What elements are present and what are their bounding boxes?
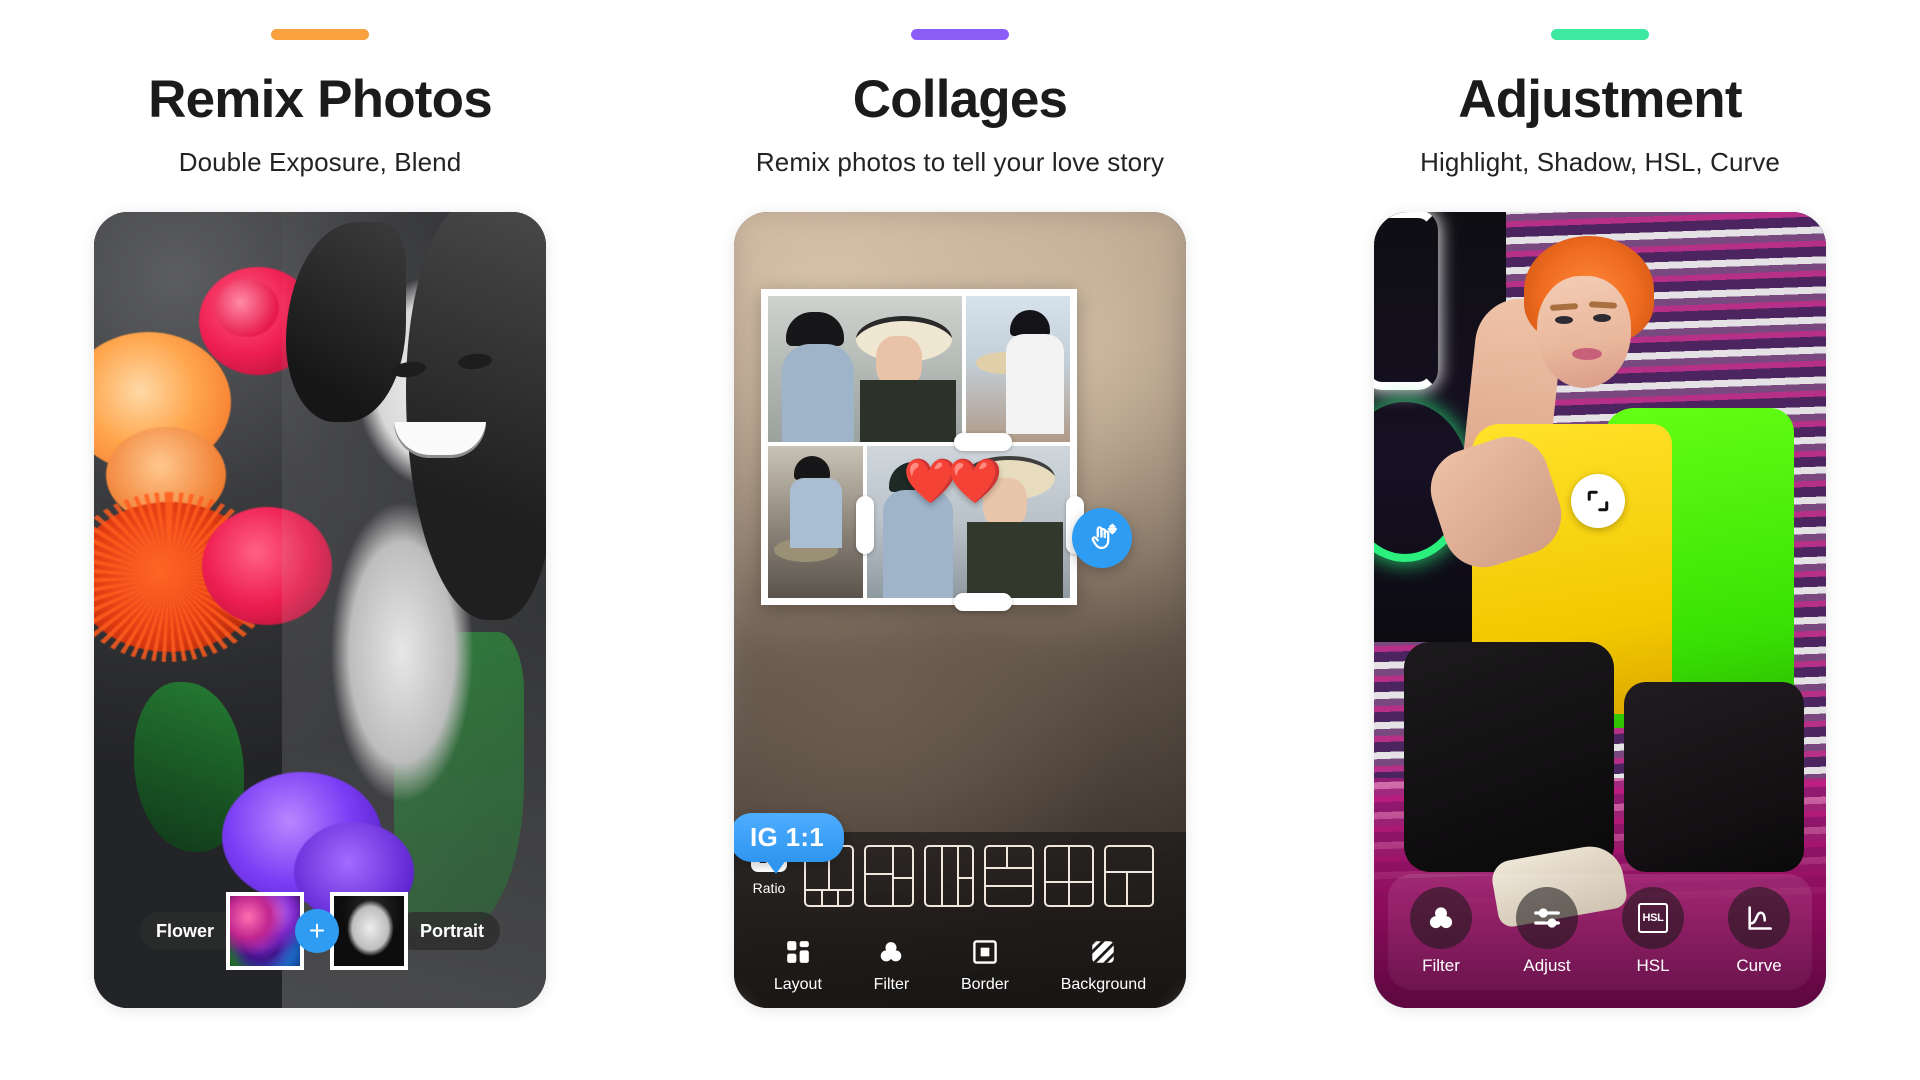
panel-title-adjustment: Adjustment — [1458, 70, 1742, 129]
compare-split-icon[interactable] — [1571, 473, 1625, 528]
remix-artwork — [94, 211, 546, 1008]
phone-mockup-collage: ❤️❤️ IG 1:1 1:1 — [734, 211, 1186, 1008]
curve-icon — [1728, 887, 1790, 950]
adjust-tool-hsl-label: HSL — [1636, 956, 1670, 976]
source-label-left: Flower — [139, 911, 240, 950]
border-square-icon — [970, 937, 1000, 967]
phone-screen-adjustment: Filter Adjust HSL HSL Curve — [1374, 211, 1826, 1008]
panel-remix-photos: Remix Photos Double Exposure, Blend Flow… — [0, 0, 640, 1080]
ratio-label: Ratio — [752, 879, 786, 896]
layout-thumb-6[interactable] — [1104, 844, 1154, 907]
layout-thumb-2[interactable] — [864, 844, 914, 907]
source-label-right: Portrait — [394, 911, 501, 950]
collage-tool-border[interactable]: Border — [961, 937, 1009, 994]
hsl-box-icon: HSL — [1622, 887, 1684, 950]
collage-tool-border-label: Border — [960, 975, 1009, 993]
layout-thumb-4[interactable] — [984, 844, 1034, 907]
panel-title-remix: Remix Photos — [148, 70, 493, 129]
panel-subtitle-remix: Double Exposure, Blend — [178, 146, 462, 177]
flower-thumbnail[interactable] — [226, 891, 304, 970]
heart-sticker[interactable]: ❤️❤️ — [903, 459, 1003, 504]
feature-showcase-board: Remix Photos Double Exposure, Blend Flow… — [0, 0, 1920, 1080]
collage-cell-2[interactable] — [966, 295, 1070, 442]
phone-screen-collage: ❤️❤️ IG 1:1 1:1 — [734, 211, 1186, 1008]
collage-resize-handle-horizontal-bottom[interactable] — [954, 592, 1012, 611]
layout-thumbnail-strip[interactable] — [804, 844, 1154, 907]
phone-mockup-adjustment: Filter Adjust HSL HSL Curve — [1374, 211, 1826, 1008]
portrait-thumbnail[interactable] — [330, 891, 408, 970]
accent-bar-adjustment — [1551, 29, 1649, 40]
phone-mockup-remix: Flower + Portrait — [94, 211, 546, 1008]
collage-tool-filter-label: Filter — [873, 975, 910, 993]
collage-cell-1[interactable] — [768, 295, 962, 442]
layout-thumb-3[interactable] — [924, 844, 974, 907]
collage-tool-filter[interactable]: Filter — [873, 937, 910, 994]
collage-tool-layout[interactable]: Layout — [774, 937, 822, 994]
add-photo-button[interactable]: + — [295, 908, 339, 953]
background-hatch-icon — [1088, 937, 1118, 967]
collage-tools-row: Layout Filter Border Background — [734, 937, 1186, 994]
panel-title-collages: Collages — [852, 70, 1068, 129]
adjust-tool-filter[interactable]: Filter — [1410, 887, 1472, 976]
layout-grid-icon — [783, 937, 813, 967]
collage-resize-handle-vertical-left[interactable] — [856, 495, 874, 554]
adjust-tool-adjust-label: Adjust — [1523, 956, 1571, 976]
phone-screen-remix: Flower + Portrait — [94, 211, 546, 1008]
filter-circles-icon — [876, 937, 906, 967]
hsl-box-text: HSL — [1638, 903, 1668, 934]
adjust-tool-adjust[interactable]: Adjust — [1516, 887, 1578, 976]
accent-bar-collages — [911, 29, 1009, 40]
ratio-tooltip: IG 1:1 — [734, 812, 845, 874]
adjust-tool-filter-label: Filter — [1422, 956, 1460, 976]
sliders-icon — [1516, 887, 1578, 950]
adjust-tool-curve[interactable]: Curve — [1728, 887, 1790, 976]
collage-canvas[interactable]: ❤️❤️ — [761, 288, 1084, 611]
collage-resize-handle-horizontal-top[interactable] — [954, 432, 1012, 451]
layout-thumb-5[interactable] — [1044, 844, 1094, 907]
panel-subtitle-adjustment: Highlight, Shadow, HSL, Curve — [1420, 146, 1780, 177]
remix-source-row: Flower + Portrait — [94, 891, 546, 970]
panel-collages: Collages Remix photos to tell your love … — [640, 0, 1280, 1080]
collage-cell-3[interactable] — [768, 445, 863, 598]
collage-tool-background[interactable]: Background — [1061, 937, 1146, 994]
collage-tool-layout-label: Layout — [773, 975, 822, 993]
adjust-tool-hsl[interactable]: HSL HSL — [1622, 887, 1684, 976]
accent-bar-remix — [271, 29, 369, 40]
adjust-tool-curve-label: Curve — [1736, 956, 1782, 976]
drag-move-hand-icon[interactable] — [1072, 507, 1132, 568]
filter-circles-icon — [1410, 887, 1472, 950]
panel-adjustment: Adjustment Highlight, Shadow, HSL, Curve — [1280, 0, 1920, 1080]
panel-subtitle-collages: Remix photos to tell your love story — [755, 146, 1165, 177]
collage-tool-background-label: Background — [1060, 975, 1147, 993]
adjustment-tools-bar: Filter Adjust HSL HSL Curve — [1388, 873, 1812, 990]
